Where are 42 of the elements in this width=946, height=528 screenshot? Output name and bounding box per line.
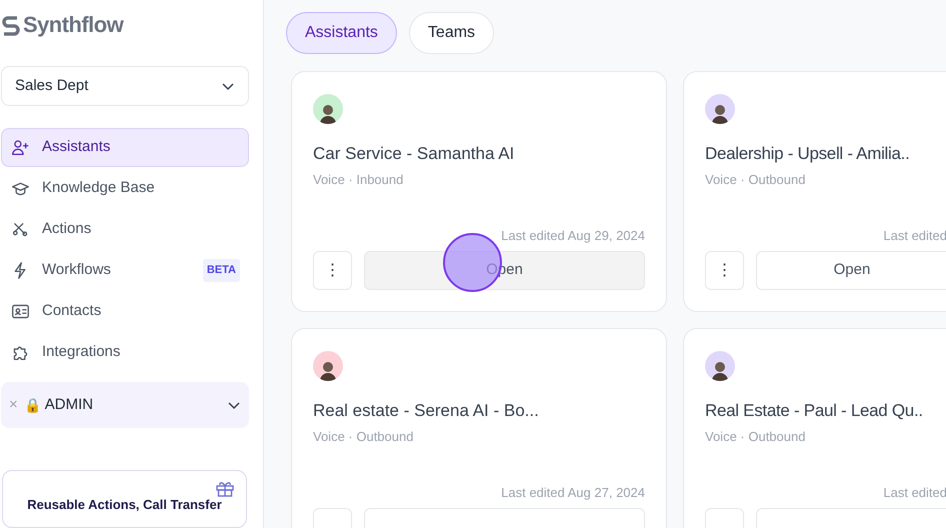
assistant-type: Voice · Outbound: [313, 428, 414, 446]
assistant-card[interactable]: Real estate - Serena AI - Bo... Voice · Outbound Last edited Aug 27, 2024: [291, 328, 667, 528]
promo-card[interactable]: Reusable Actions, Call Transfer: [2, 470, 247, 528]
logo-text: Synthflow: [23, 12, 124, 38]
admin-label: ADMIN: [44, 394, 94, 415]
workspace-dropdown[interactable]: Sales Dept: [1, 66, 249, 106]
assistant-card[interactable]: Real Estate - Paul - Lead Qu.. Voice · Outbound Last edited: [683, 328, 946, 528]
open-button[interactable]: Open: [756, 251, 946, 290]
nav-item[interactable]: Workflows BETA: [1, 251, 249, 290]
person-silhouette-icon: [319, 359, 337, 381]
assistant-card[interactable]: Dealership - Upsell - Amilia.. Voice · Outbound Last edited ⋮ Open: [683, 71, 946, 312]
tab[interactable]: Assistants: [286, 12, 397, 54]
assistant-name: Real estate - Serena AI - Bo...: [313, 400, 540, 422]
more-options-button[interactable]: ⋮: [705, 251, 744, 290]
lock-icon: 🔒: [24, 394, 41, 416]
more-options-button[interactable]: ⋮: [313, 251, 352, 290]
nav-item[interactable]: Contacts: [1, 292, 249, 332]
last-edited: Last edited Aug 27, 2024: [501, 484, 645, 502]
assistant-name: Real Estate - Paul - Lead Qu..: [705, 400, 924, 422]
nav-item[interactable]: Knowledge Base: [1, 169, 249, 208]
last-edited: Last edited: [883, 226, 946, 244]
nav-item[interactable]: Actions: [1, 210, 249, 250]
assistant-type: Voice · Outbound: [705, 428, 806, 446]
admin-section[interactable]: × 🔒 ADMIN: [1, 382, 249, 428]
workspace-name: Sales Dept: [15, 76, 88, 96]
assistant-name: Dealership - Upsell - Amilia..: [705, 143, 911, 165]
assistant-name: Car Service - Samantha AI: [313, 143, 516, 165]
promo-text: Reusable Actions, Call Transfer: [27, 497, 222, 512]
last-edited: Last edited: [883, 484, 946, 502]
assistant-type: Voice · Outbound: [705, 171, 806, 189]
tab[interactable]: Teams: [408, 12, 494, 54]
last-edited: Last edited Aug 29, 2024: [501, 226, 645, 245]
logo-icon: [2, 14, 20, 36]
nav-item[interactable]: Integrations: [1, 333, 249, 372]
beta-badge: BETA: [202, 259, 240, 282]
person-silhouette-icon: [711, 102, 729, 124]
assistant-type: Voice · Inbound: [313, 171, 404, 189]
gift-icon: [216, 480, 234, 498]
person-silhouette-icon: [711, 359, 729, 381]
person-silhouette-icon: [319, 102, 337, 124]
nav-item[interactable]: Assistants: [1, 128, 249, 168]
user-plus-icon: [11, 138, 30, 158]
